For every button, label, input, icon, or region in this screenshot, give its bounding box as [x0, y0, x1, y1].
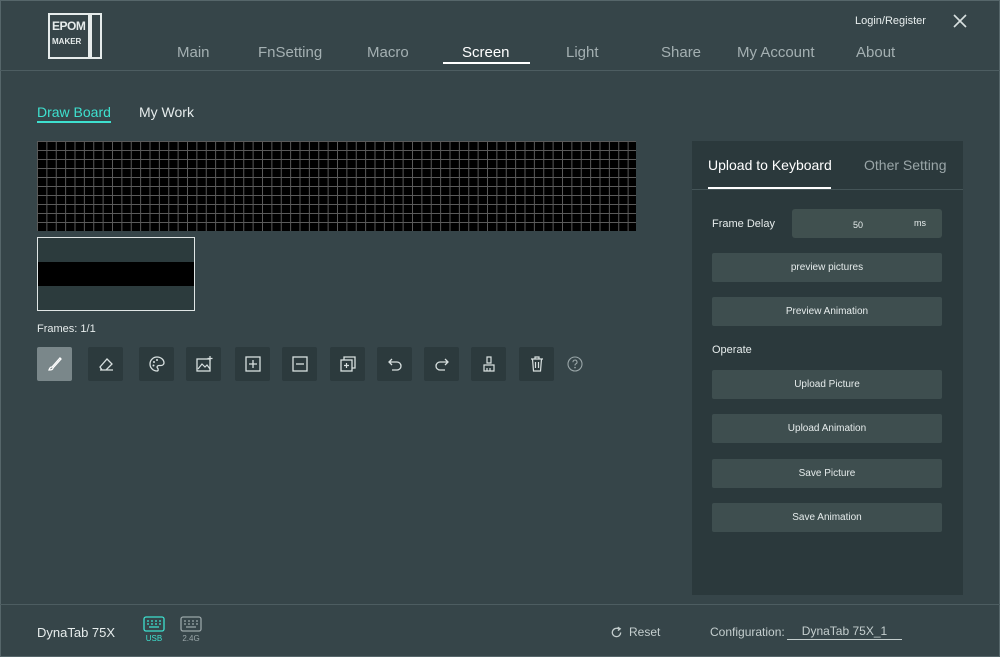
frames-counter: Frames: 1/1 [37, 323, 96, 335]
clear-broom-icon [482, 356, 495, 372]
operate-label: Operate [712, 344, 752, 356]
subtab-active-indicator [37, 121, 111, 123]
usb-connection-button[interactable]: USB [142, 616, 166, 643]
epomaker-logo: EPOM MAKER [48, 13, 102, 59]
reset-button[interactable]: Reset [610, 625, 660, 639]
reset-label: Reset [629, 625, 661, 639]
add-frame-button[interactable] [235, 347, 270, 381]
copy-frame-icon [339, 356, 356, 372]
tab-my-work[interactable]: My Work [139, 104, 194, 120]
wireless-connection-button[interactable]: 2.4G [179, 616, 203, 643]
eraser-tool-button[interactable] [88, 347, 123, 381]
frame-thumbnail[interactable] [37, 237, 195, 311]
frame-delay-input[interactable] [792, 209, 895, 240]
nav-fnsetting[interactable]: FnSetting [258, 44, 322, 61]
undo-button[interactable] [377, 347, 412, 381]
brush-icon [47, 357, 62, 371]
brush-tool-button[interactable] [37, 347, 72, 381]
configuration-select[interactable]: DynaTab 75X_1 [787, 624, 902, 640]
tab-other-setting[interactable]: Other Setting [864, 157, 947, 173]
undo-icon [387, 358, 402, 371]
palette-icon [148, 356, 165, 372]
nav-main[interactable]: Main [177, 44, 210, 61]
redo-button[interactable] [424, 347, 459, 381]
remove-frame-button[interactable] [282, 347, 317, 381]
save-picture-button[interactable]: Save Picture [712, 459, 942, 488]
color-palette-button[interactable] [139, 347, 174, 381]
help-icon[interactable] [567, 356, 583, 372]
upload-panel: Upload to Keyboard Other Setting Frame D… [692, 141, 963, 595]
eraser-icon [98, 358, 113, 371]
frame-delay-field: ms [792, 209, 942, 240]
upload-picture-button[interactable]: Upload Picture [712, 370, 942, 399]
nav-macro[interactable]: Macro [367, 44, 409, 61]
remove-frame-icon [291, 356, 308, 372]
add-frame-icon [244, 356, 261, 372]
trash-icon [530, 356, 543, 372]
configuration-label: Configuration: [710, 625, 785, 639]
device-name: DynaTab 75X [37, 625, 116, 640]
image-import-icon [195, 356, 212, 372]
tab-upload-to-keyboard[interactable]: Upload to Keyboard [708, 157, 832, 173]
header-divider [0, 70, 1000, 71]
nav-screen[interactable]: Screen [462, 44, 510, 61]
redo-icon [434, 358, 449, 371]
clear-button[interactable] [471, 347, 506, 381]
close-icon[interactable] [950, 11, 970, 31]
panel-divider [692, 189, 963, 190]
preview-pictures-button[interactable]: preview pictures [712, 253, 942, 282]
nav-about[interactable]: About [856, 44, 895, 61]
logo-text-top: EPOM [52, 19, 86, 33]
usb-label: USB [145, 634, 163, 643]
logo-text-bottom: MAKER [52, 37, 82, 46]
frame-delay-label: Frame Delay [712, 218, 775, 230]
nav-share[interactable]: Share [661, 44, 701, 61]
nav-my-account[interactable]: My Account [737, 44, 815, 61]
reset-icon [611, 626, 622, 637]
usb-keyboard-icon [143, 616, 165, 632]
preview-animation-button[interactable]: Preview Animation [712, 297, 942, 326]
wireless-keyboard-icon [180, 616, 202, 632]
footer-divider [0, 604, 1000, 605]
save-animation-button[interactable]: Save Animation [712, 503, 942, 532]
upload-animation-button[interactable]: Upload Animation [712, 414, 942, 443]
delete-button[interactable] [519, 347, 554, 381]
import-image-button[interactable] [186, 347, 221, 381]
frame-delay-unit: ms [914, 218, 926, 228]
copy-frame-button[interactable] [330, 347, 365, 381]
tab-draw-board[interactable]: Draw Board [37, 104, 111, 120]
nav-active-indicator [443, 62, 530, 64]
nav-light[interactable]: Light [566, 44, 599, 61]
pixel-draw-grid[interactable] [37, 141, 636, 231]
login-register-link[interactable]: Login/Register [855, 15, 926, 27]
wireless-label: 2.4G [182, 634, 200, 643]
frame-thumbnail-preview [38, 262, 194, 286]
